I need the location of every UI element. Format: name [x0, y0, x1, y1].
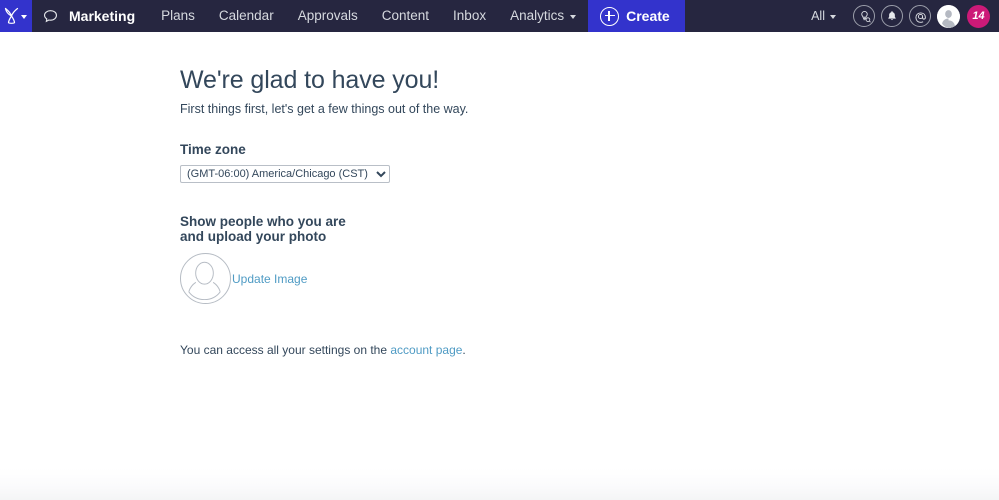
- photo-upload-label-line1: Show people who you are: [180, 214, 346, 229]
- settings-footnote: You can access all your settings on the …: [180, 343, 740, 357]
- notification-count-badge[interactable]: 14: [967, 4, 990, 28]
- logo-menu-button[interactable]: [0, 0, 32, 32]
- speech-bubble-icon[interactable]: [32, 0, 67, 32]
- notification-count-label: 14: [972, 10, 985, 22]
- nav-item-approvals[interactable]: Approvals: [286, 0, 370, 32]
- primary-nav-items: Marketing Plans Calendar Approvals Conte…: [67, 0, 588, 32]
- nav-item-label: Plans: [161, 8, 195, 23]
- settings-footnote-suffix: .: [462, 343, 466, 357]
- chevron-down-icon: [830, 15, 836, 19]
- sprocket-logo-icon: [3, 7, 20, 25]
- bulb-search-icon[interactable]: [853, 5, 875, 27]
- all-filter-label: All: [811, 9, 825, 23]
- page-title: We're glad to have you!: [180, 66, 440, 94]
- timezone-select[interactable]: (GMT-06:00) America/Chicago (CST): [180, 165, 390, 183]
- timezone-label: Time zone: [180, 142, 246, 157]
- photo-upload-label-line2: and upload your photo: [180, 229, 327, 244]
- chevron-down-icon: [20, 14, 27, 19]
- top-navigation-bar: Marketing Plans Calendar Approvals Conte…: [0, 0, 999, 32]
- nav-item-calendar[interactable]: Calendar: [207, 0, 286, 32]
- nav-right-cluster: All 14: [811, 0, 999, 32]
- settings-footnote-prefix: You can access all your settings on the: [180, 343, 391, 357]
- onboarding-content: We're glad to have you! First things fir…: [0, 32, 740, 357]
- mentions-at-icon[interactable]: [909, 5, 931, 27]
- all-filter-dropdown[interactable]: All: [811, 9, 836, 23]
- nav-item-label: Content: [381, 8, 430, 23]
- chevron-down-icon: [570, 15, 577, 19]
- plus-circle-icon: [600, 6, 620, 26]
- nav-item-label: Calendar: [218, 8, 274, 23]
- nav-item-marketing[interactable]: Marketing: [67, 0, 149, 32]
- nav-item-inbox[interactable]: Inbox: [441, 0, 498, 32]
- user-avatar-icon[interactable]: [937, 4, 960, 28]
- page-footer-bar: [0, 468, 999, 500]
- photo-upload-row: Update Image: [180, 253, 740, 304]
- nav-item-label: Analytics: [510, 8, 565, 23]
- update-image-link[interactable]: Update Image: [232, 272, 307, 286]
- nav-item-content[interactable]: Content: [370, 0, 441, 32]
- nav-item-label: Inbox: [453, 8, 487, 23]
- nav-item-plans[interactable]: Plans: [149, 0, 207, 32]
- page-body: We're glad to have you! First things fir…: [0, 32, 999, 500]
- bell-icon[interactable]: [881, 5, 903, 27]
- nav-item-analytics[interactable]: Analytics: [498, 0, 588, 32]
- user-silhouette-icon[interactable]: [180, 253, 231, 304]
- create-button[interactable]: Create: [588, 0, 685, 32]
- nav-item-label: Marketing: [69, 8, 136, 24]
- page-subtitle: First things first, let's get a few thin…: [180, 102, 469, 116]
- account-page-link[interactable]: account page: [390, 343, 462, 357]
- create-button-label: Create: [626, 8, 670, 24]
- photo-upload-label: Show people who you are and upload your …: [180, 214, 740, 244]
- nav-item-label: Approvals: [297, 8, 358, 23]
